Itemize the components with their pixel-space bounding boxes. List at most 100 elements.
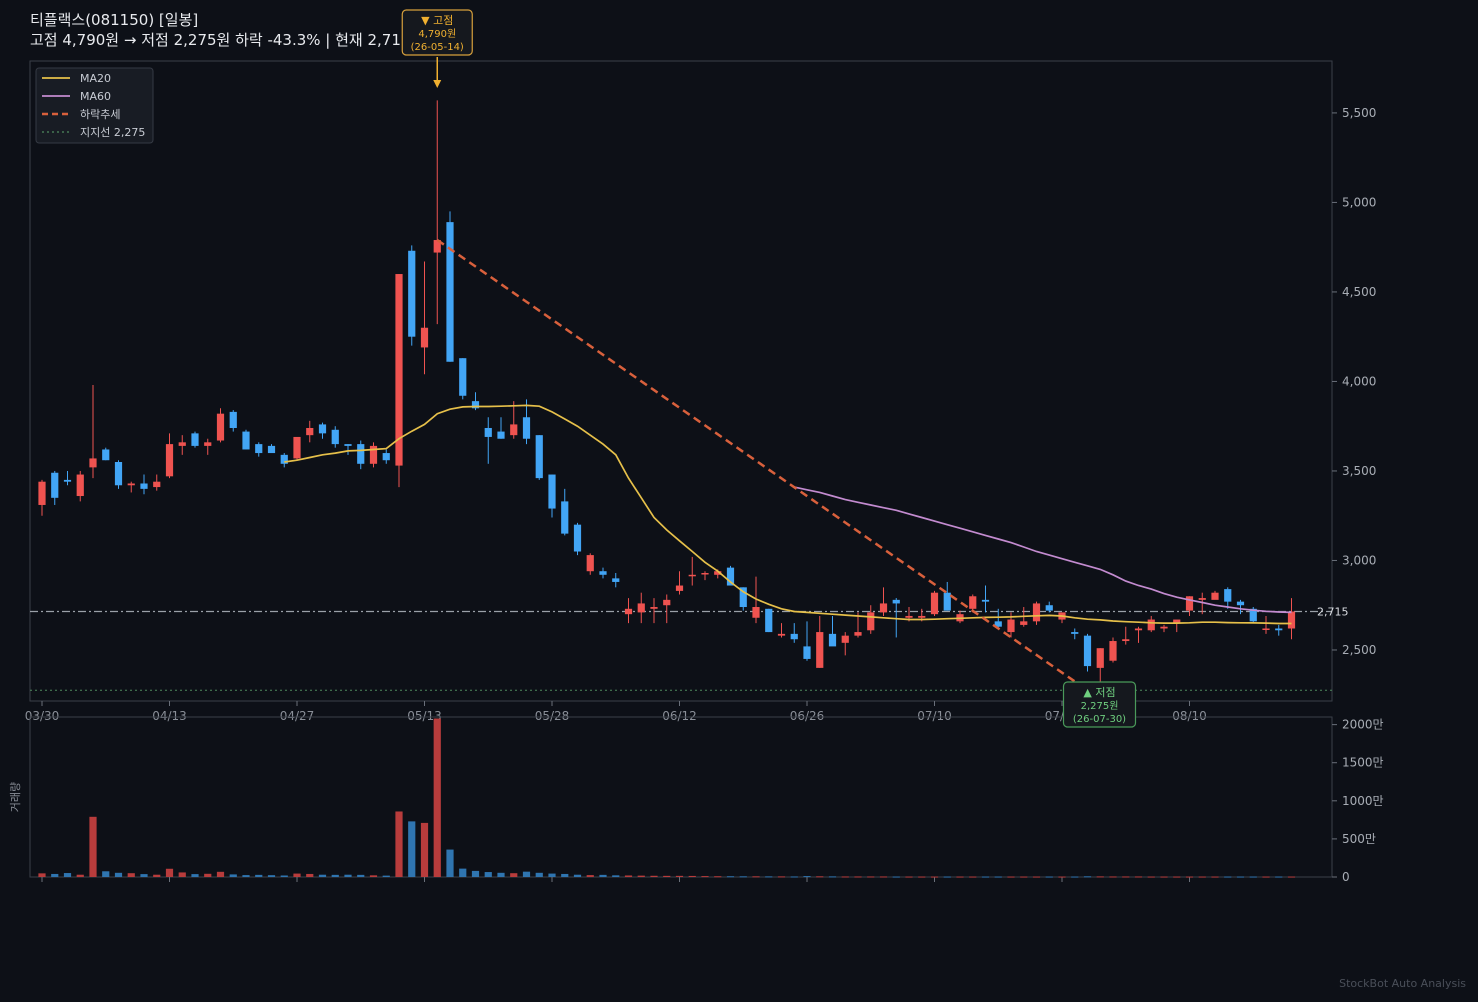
volume-bar [38,873,46,877]
volume-bar [510,873,518,877]
volume-bar [484,872,492,877]
volume-bar [867,876,875,878]
candle-body [1134,628,1143,631]
volume-bar [790,876,798,878]
volume-bar [675,875,684,877]
volume-bar [280,875,288,877]
candle-body [1007,619,1015,633]
volume-tick-label: 2000만 [1342,718,1384,732]
peak-arrow-head [433,80,442,88]
candle-body [892,599,900,604]
volume-bar [739,876,747,878]
y-tick-label: 5,000 [1342,195,1376,209]
volume-bar [497,872,505,877]
candle-body [561,501,569,534]
volume-tick-label: 1500만 [1342,756,1384,770]
candle-body [229,411,237,428]
volume-bar [981,876,990,878]
volume-tick-label: 0 [1342,870,1350,884]
candle-body [1236,601,1245,606]
candle-body [1185,596,1194,611]
candle-body [420,327,429,348]
legend: MA20 MA60 하락추세지지선 2,275 [35,67,154,144]
volume-bar [816,876,824,878]
volume-bar [892,876,900,878]
volume-bar [344,874,352,877]
candle-body [816,632,824,668]
volume-bar [573,874,582,877]
candle-body [1160,626,1168,629]
volume-bar [420,822,429,877]
candle-body [637,603,645,613]
price-panel: 2,5003,0003,5004,0004,5005,0005,50003/30… [25,60,1376,723]
candle-body [1224,589,1232,602]
candle-body [89,458,97,468]
candle-body [1071,632,1079,634]
candle-body [382,453,390,461]
volume-bar [1032,876,1041,878]
candle-body [1287,611,1296,629]
candle-body [306,427,314,436]
volume-bar [242,875,250,877]
candle-body [535,435,543,479]
volume-bar [1185,876,1194,878]
volume-bar [1122,876,1130,878]
candle-body [548,474,556,509]
volume-bar [726,876,735,878]
candle-body [1020,621,1028,625]
volume-bar [1249,876,1257,878]
volume-tick-label: 1000만 [1342,794,1384,808]
volume-bar [637,875,645,877]
candle-body [102,449,110,461]
ma20-line [284,404,1292,625]
stock-chart: 2,5003,0003,5004,0004,5005,0005,50003/30… [9,9,1384,884]
candle-body [127,483,135,486]
y-tick-label: 2,500 [1342,643,1376,657]
volume-bar [293,873,301,877]
legend-label: MA60 [80,90,111,103]
volume-bar [191,874,199,877]
volume-bar [229,874,237,877]
volume-bar [828,876,837,878]
volume-bar [267,875,276,877]
price-panel-frame [29,60,1333,702]
volume-bar [994,876,1002,878]
volume-bar [1198,876,1206,878]
candle-body [573,524,582,552]
volume-bar [357,874,365,877]
volume-bar [459,868,467,877]
volume-bar [1211,876,1219,878]
candle-body [63,479,72,482]
downtrend-line [436,238,1089,692]
candle-body [357,444,365,464]
candle-body [191,433,199,446]
candle-body [943,592,951,611]
candle-body [624,608,633,615]
volume-bar [1071,876,1079,878]
candle-body [522,417,531,439]
candle-body [1262,628,1270,630]
volume-bar [701,876,709,878]
candle-body [701,573,709,575]
volume-bar [714,876,722,878]
candle-body [204,442,212,446]
candle-body [408,250,416,337]
candle-body [331,429,339,445]
volume-bar [1160,876,1168,878]
volume-bar [854,876,862,878]
x-tick-label: 07/10 [917,709,952,723]
volume-bar [165,868,174,877]
candle-body [1083,635,1092,667]
volume-bar [561,873,569,877]
volume-bar [624,875,633,877]
candle-body [38,481,46,505]
candle-body [599,571,607,575]
volume-bar [930,876,939,878]
peak-annotation-title: ▼ 고점 [421,14,453,27]
volume-bar [1058,876,1066,878]
volume-bar [956,876,964,878]
volume-bar [102,871,110,877]
volume-bar [1236,876,1245,878]
candle-body [178,442,186,446]
volume-bar [153,874,161,877]
